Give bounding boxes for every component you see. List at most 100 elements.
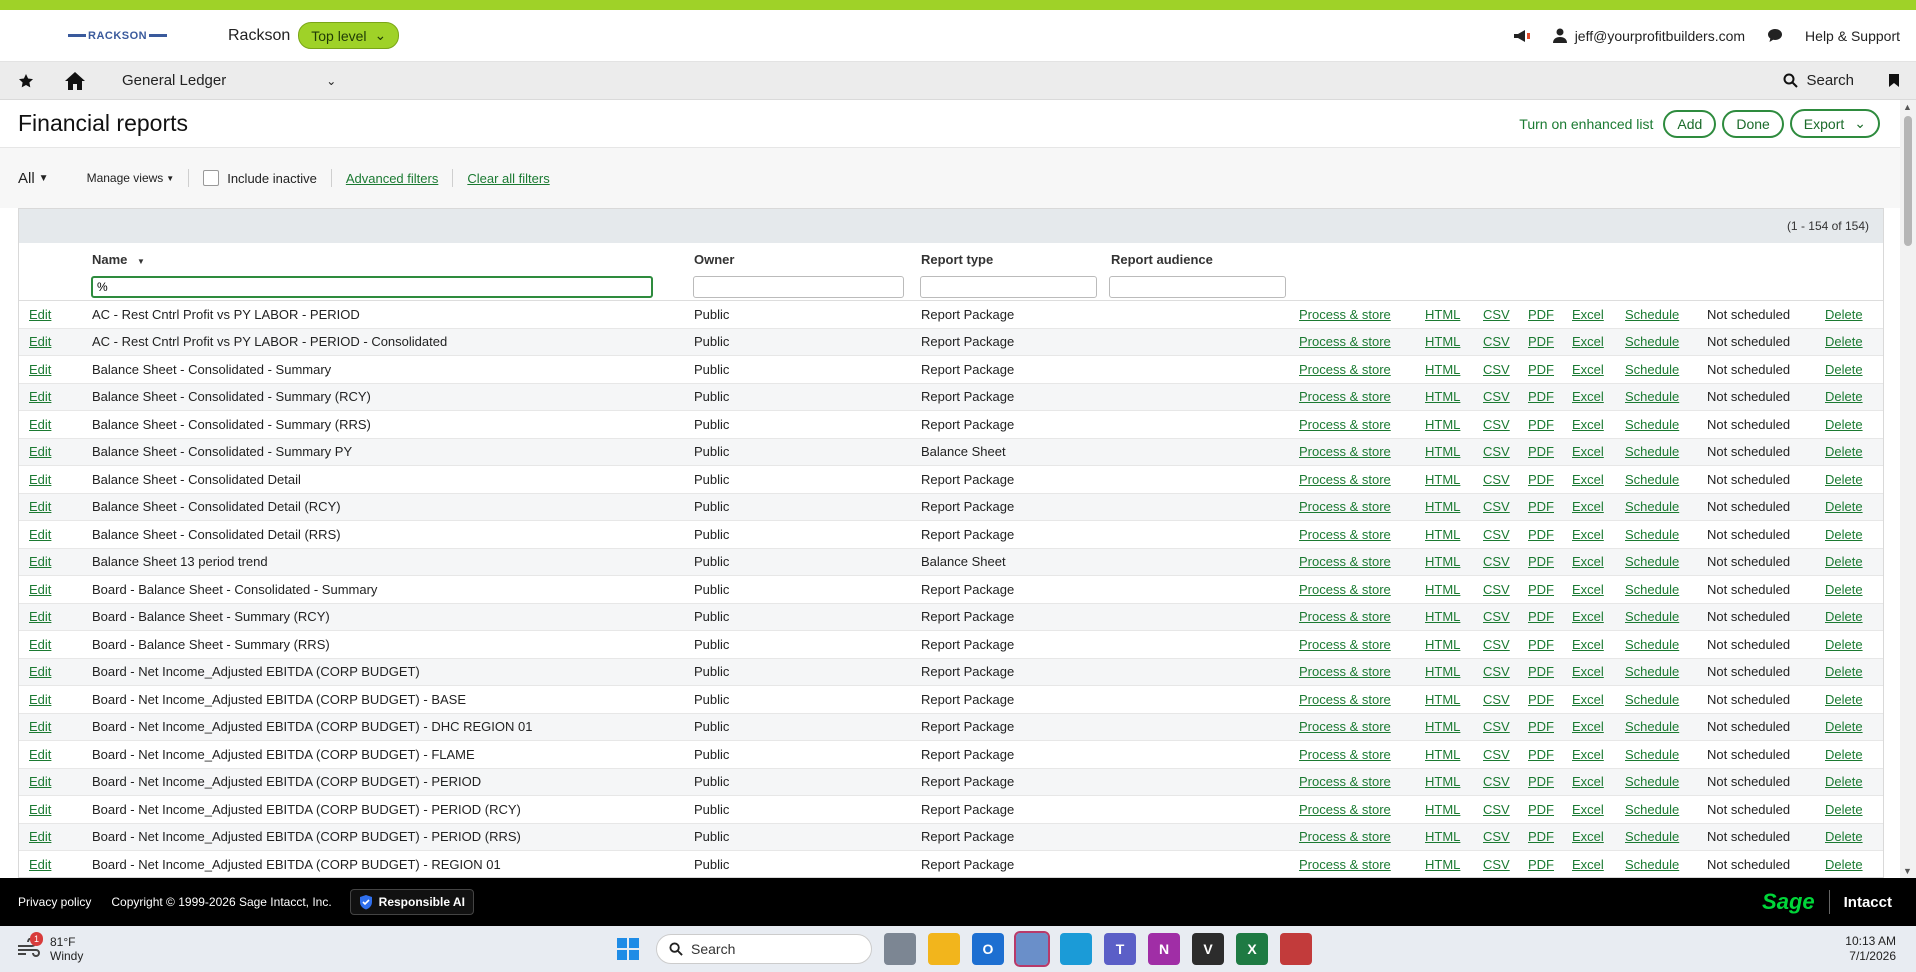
pdf-link[interactable]: PDF [1528, 334, 1554, 349]
excel-link[interactable]: Excel [1572, 444, 1604, 459]
delete-link[interactable]: Delete [1825, 444, 1863, 459]
column-header-name[interactable]: Name ▼ [92, 252, 145, 267]
csv-link[interactable]: CSV [1483, 307, 1510, 322]
delete-link[interactable]: Delete [1825, 307, 1863, 322]
html-link[interactable]: HTML [1425, 774, 1460, 789]
help-support-link[interactable]: Help & Support [1805, 28, 1900, 44]
excel-link[interactable]: Excel [1572, 692, 1604, 707]
manage-views-dropdown[interactable]: Manage views ▼ [87, 171, 175, 185]
csv-link[interactable]: CSV [1483, 637, 1510, 652]
delete-link[interactable]: Delete [1825, 609, 1863, 624]
html-link[interactable]: HTML [1425, 637, 1460, 652]
process-store-link[interactable]: Process & store [1299, 527, 1391, 542]
excel-link[interactable]: Excel [1572, 664, 1604, 679]
delete-link[interactable]: Delete [1825, 774, 1863, 789]
edit-link[interactable]: Edit [29, 389, 51, 404]
delete-link[interactable]: Delete [1825, 472, 1863, 487]
csv-link[interactable]: CSV [1483, 527, 1510, 542]
teams-icon[interactable]: T [1104, 933, 1136, 965]
process-store-link[interactable]: Process & store [1299, 389, 1391, 404]
edit-link[interactable]: Edit [29, 334, 51, 349]
include-inactive-checkbox[interactable] [203, 170, 220, 186]
schedule-link[interactable]: Schedule [1625, 664, 1679, 679]
home-icon[interactable] [64, 71, 86, 91]
html-link[interactable]: HTML [1425, 444, 1460, 459]
delete-link[interactable]: Delete [1825, 527, 1863, 542]
schedule-link[interactable]: Schedule [1625, 334, 1679, 349]
responsible-ai-badge[interactable]: Responsible AI [349, 889, 474, 915]
csv-link[interactable]: CSV [1483, 417, 1510, 432]
chevron-down-icon[interactable]: ⌄ [326, 74, 336, 88]
html-link[interactable]: HTML [1425, 334, 1460, 349]
pdf-link[interactable]: PDF [1528, 774, 1554, 789]
edit-link[interactable]: Edit [29, 527, 51, 542]
excel-link[interactable]: Excel [1572, 499, 1604, 514]
chat-icon[interactable] [1767, 28, 1783, 43]
view-selector[interactable]: All ▼ [18, 170, 49, 187]
html-link[interactable]: HTML [1425, 307, 1460, 322]
excel-icon[interactable]: X [1236, 933, 1268, 965]
csv-link[interactable]: CSV [1483, 692, 1510, 707]
process-store-link[interactable]: Process & store [1299, 692, 1391, 707]
csv-link[interactable]: CSV [1483, 719, 1510, 734]
delete-link[interactable]: Delete [1825, 719, 1863, 734]
schedule-link[interactable]: Schedule [1625, 802, 1679, 817]
csv-link[interactable]: CSV [1483, 829, 1510, 844]
scrollbar-thumb[interactable] [1904, 116, 1912, 246]
edit-link[interactable]: Edit [29, 417, 51, 432]
html-link[interactable]: HTML [1425, 362, 1460, 377]
company-logo[interactable]: RACKSON [66, 26, 174, 46]
edit-link[interactable]: Edit [29, 747, 51, 762]
edge-browser-icon[interactable] [1060, 933, 1092, 965]
delete-link[interactable]: Delete [1825, 747, 1863, 762]
html-link[interactable]: HTML [1425, 582, 1460, 597]
html-link[interactable]: HTML [1425, 554, 1460, 569]
html-link[interactable]: HTML [1425, 857, 1460, 872]
include-inactive-option[interactable]: Include inactive [203, 170, 317, 186]
user-menu[interactable]: jeff@yourprofitbuilders.com [1552, 28, 1745, 44]
star-icon[interactable] [18, 73, 34, 89]
excel-link[interactable]: Excel [1572, 362, 1604, 377]
pdf-link[interactable]: PDF [1528, 362, 1554, 377]
process-store-link[interactable]: Process & store [1299, 857, 1391, 872]
csv-link[interactable]: CSV [1483, 609, 1510, 624]
report-type-filter-input[interactable] [920, 276, 1097, 298]
delete-link[interactable]: Delete [1825, 664, 1863, 679]
process-store-link[interactable]: Process & store [1299, 472, 1391, 487]
pdf-link[interactable]: PDF [1528, 747, 1554, 762]
system-clock[interactable]: 10:13 AM 7/1/2026 [1845, 934, 1896, 964]
schedule-link[interactable]: Schedule [1625, 857, 1679, 872]
excel-link[interactable]: Excel [1572, 307, 1604, 322]
delete-link[interactable]: Delete [1825, 637, 1863, 652]
delete-link[interactable]: Delete [1825, 829, 1863, 844]
schedule-link[interactable]: Schedule [1625, 472, 1679, 487]
html-link[interactable]: HTML [1425, 609, 1460, 624]
report-audience-filter-input[interactable] [1109, 276, 1286, 298]
process-store-link[interactable]: Process & store [1299, 334, 1391, 349]
schedule-link[interactable]: Schedule [1625, 417, 1679, 432]
schedule-link[interactable]: Schedule [1625, 362, 1679, 377]
excel-link[interactable]: Excel [1572, 527, 1604, 542]
taskbar-search[interactable]: Search [656, 934, 872, 964]
excel-link[interactable]: Excel [1572, 472, 1604, 487]
done-button[interactable]: Done [1722, 109, 1784, 138]
csv-link[interactable]: CSV [1483, 444, 1510, 459]
snipping-tool-icon[interactable] [1280, 933, 1312, 965]
column-header-report-type[interactable]: Report type [921, 252, 993, 267]
pdf-link[interactable]: PDF [1528, 444, 1554, 459]
app-icon[interactable]: V [1192, 933, 1224, 965]
bookmark-icon[interactable] [1888, 73, 1900, 88]
process-store-link[interactable]: Process & store [1299, 747, 1391, 762]
onenote-icon[interactable]: N [1148, 933, 1180, 965]
excel-link[interactable]: Excel [1572, 829, 1604, 844]
edit-link[interactable]: Edit [29, 857, 51, 872]
excel-link[interactable]: Excel [1572, 582, 1604, 597]
schedule-link[interactable]: Schedule [1625, 389, 1679, 404]
edit-link[interactable]: Edit [29, 637, 51, 652]
pdf-link[interactable]: PDF [1528, 719, 1554, 734]
clear-filters-link[interactable]: Clear all filters [467, 171, 549, 186]
csv-link[interactable]: CSV [1483, 857, 1510, 872]
pdf-link[interactable]: PDF [1528, 692, 1554, 707]
page-scrollbar[interactable]: ▲ ▼ [1900, 100, 1916, 878]
csv-link[interactable]: CSV [1483, 582, 1510, 597]
